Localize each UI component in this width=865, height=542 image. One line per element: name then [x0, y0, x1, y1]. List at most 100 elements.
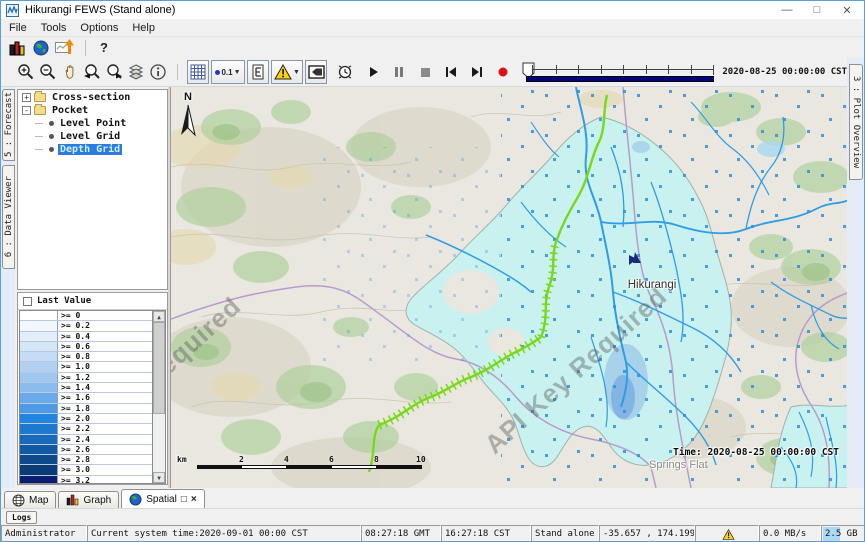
info-button[interactable] [147, 60, 169, 84]
legend-row[interactable]: >= 2.6 [20, 445, 152, 455]
pan-button[interactable] [59, 60, 81, 84]
legend-row[interactable]: >= 0.2 [20, 321, 152, 331]
zoom-out-button[interactable] [37, 60, 59, 84]
town-label: Hikurangi [607, 279, 697, 291]
legend-row[interactable]: >= 0.4 [20, 332, 152, 342]
north-arrow: N [179, 91, 197, 103]
next-frame-button[interactable] [466, 60, 488, 84]
tab-maximize-icon[interactable]: □ [181, 494, 187, 505]
grid-icon [190, 64, 206, 80]
expander-icon[interactable]: - [22, 106, 31, 115]
data-display-button[interactable] [53, 38, 77, 57]
legend-row[interactable]: >= 1.4 [20, 383, 152, 393]
scale-tick-label: 2 [239, 455, 244, 464]
tab-plot-overview[interactable]: 3 : Plot Overview [849, 64, 863, 180]
menu-tools[interactable]: Tools [41, 22, 67, 34]
legend-row[interactable]: >= 1.2 [20, 373, 152, 383]
legend-color-swatch [20, 435, 58, 444]
menu-bar: File Tools Options Help [1, 19, 865, 37]
layers-button[interactable] [125, 60, 147, 84]
status-local-time: 16:27:18 CST [441, 525, 531, 542]
legend-row[interactable]: >= 2.2 [20, 424, 152, 434]
label-decimal-button[interactable]: 0.1 ▼ [211, 60, 245, 84]
tab-data-viewer[interactable]: 6 : Data Viewer [2, 165, 15, 269]
movie-icon [308, 65, 325, 79]
classification-button[interactable] [247, 60, 269, 84]
help-button[interactable]: ? [94, 40, 114, 55]
legend-row[interactable]: >= 2.0 [20, 414, 152, 424]
north-label: N [184, 91, 192, 103]
tree-item-level-grid[interactable]: Level Grid [18, 130, 167, 142]
legend-row[interactable]: >= 0 [20, 311, 152, 321]
legend-scrollbar[interactable]: ▲ ▼ [152, 311, 165, 483]
animation-export-button[interactable] [305, 60, 327, 84]
map-viewport[interactable]: N API Key Required API Key Required Hiku… [170, 87, 849, 488]
expander-icon[interactable]: + [22, 93, 31, 102]
legend-row[interactable]: >= 1.8 [20, 404, 152, 414]
map-display-button[interactable] [29, 38, 53, 57]
zoom-out-icon [39, 63, 57, 81]
previous-frame-button[interactable] [440, 60, 462, 84]
minimize-button[interactable]: — [772, 1, 802, 19]
zoom-previous-button[interactable] [81, 60, 103, 84]
pause-button[interactable] [388, 60, 410, 84]
classification-e-icon [251, 64, 265, 80]
bullet-icon [49, 134, 54, 139]
legend-list: >= 0 >= 0.2 >= 0.4 [20, 311, 152, 484]
legend-row[interactable]: >= 3.2 [20, 476, 152, 484]
status-coordinates: -35.657 , 174.199 [599, 525, 695, 542]
legend-row[interactable]: >= 2.8 [20, 455, 152, 465]
legend-row[interactable]: >= 2.4 [20, 435, 152, 445]
menu-file[interactable]: File [9, 22, 27, 34]
menu-options[interactable]: Options [80, 22, 118, 34]
scroll-down-icon[interactable]: ▼ [153, 472, 165, 483]
spatial-side-panel: + Cross-section - Pocket Level Point Lev… [15, 87, 170, 488]
legend-threshold-label: >= 2.6 [58, 445, 90, 454]
record-icon [496, 65, 510, 79]
scroll-up-icon[interactable]: ▲ [153, 311, 165, 322]
place-label: Springs Flat [649, 459, 708, 471]
tab-spatial[interactable]: Spatial □ × [121, 489, 204, 508]
tree-item-level-point[interactable]: Level Point [18, 117, 167, 129]
zoom-in-button[interactable] [15, 60, 37, 84]
logs-button[interactable]: Logs [6, 511, 37, 524]
warning-threshold-button[interactable]: ▼ [271, 60, 303, 84]
legend-row[interactable]: >= 3.0 [20, 465, 152, 475]
last-value-checkbox[interactable] [23, 297, 32, 306]
legend-row[interactable]: >= 1.0 [20, 362, 152, 372]
title-bar[interactable]: Hikurangi FEWS (Stand alone) — □ ✕ [1, 1, 865, 19]
toolbar-separator [177, 64, 178, 80]
pan-hand-icon [61, 63, 79, 81]
tree-item-cross-section[interactable]: + Cross-section [18, 91, 167, 103]
tab-graph[interactable]: Graph [58, 491, 119, 508]
scale-tick-label: 4 [284, 455, 289, 464]
record-button[interactable] [492, 60, 514, 84]
stop-button[interactable] [414, 60, 436, 84]
zoom-next-button[interactable] [103, 60, 125, 84]
logs-bar: Logs [1, 508, 865, 525]
grid-display-button[interactable] [187, 60, 209, 84]
tab-map[interactable]: Map [4, 491, 56, 508]
globe-grid-icon [12, 494, 25, 507]
tree-item-pocket[interactable]: - Pocket [18, 104, 167, 116]
legend-row[interactable]: >= 0.8 [20, 352, 152, 362]
timeline-slider[interactable] [522, 60, 716, 84]
tree-item-depth-grid[interactable]: Depth Grid [18, 143, 167, 155]
play-button[interactable] [362, 60, 384, 84]
forecast-manager-button[interactable] [5, 38, 29, 57]
window-title: Hikurangi FEWS (Stand alone) [25, 4, 175, 16]
application-window: Hikurangi FEWS (Stand alone) — □ ✕ File … [0, 0, 865, 542]
stop-icon [418, 65, 432, 79]
scale-bar: km 246810 [177, 455, 437, 477]
legend-row[interactable]: >= 0.6 [20, 342, 152, 352]
scrollbar-thumb[interactable] [153, 322, 165, 414]
close-button[interactable]: ✕ [832, 1, 862, 19]
maximize-button[interactable]: □ [802, 1, 832, 19]
legend-row[interactable]: >= 1.6 [20, 393, 152, 403]
status-download-rate: 0.0 MB/s [759, 525, 821, 542]
tab-close-icon[interactable]: × [191, 494, 197, 505]
animation-settings-button[interactable] [334, 60, 356, 84]
tab-forecast[interactable]: 5 : Forecast [2, 89, 15, 161]
status-warning-cell[interactable] [695, 525, 759, 542]
menu-help[interactable]: Help [132, 22, 155, 34]
